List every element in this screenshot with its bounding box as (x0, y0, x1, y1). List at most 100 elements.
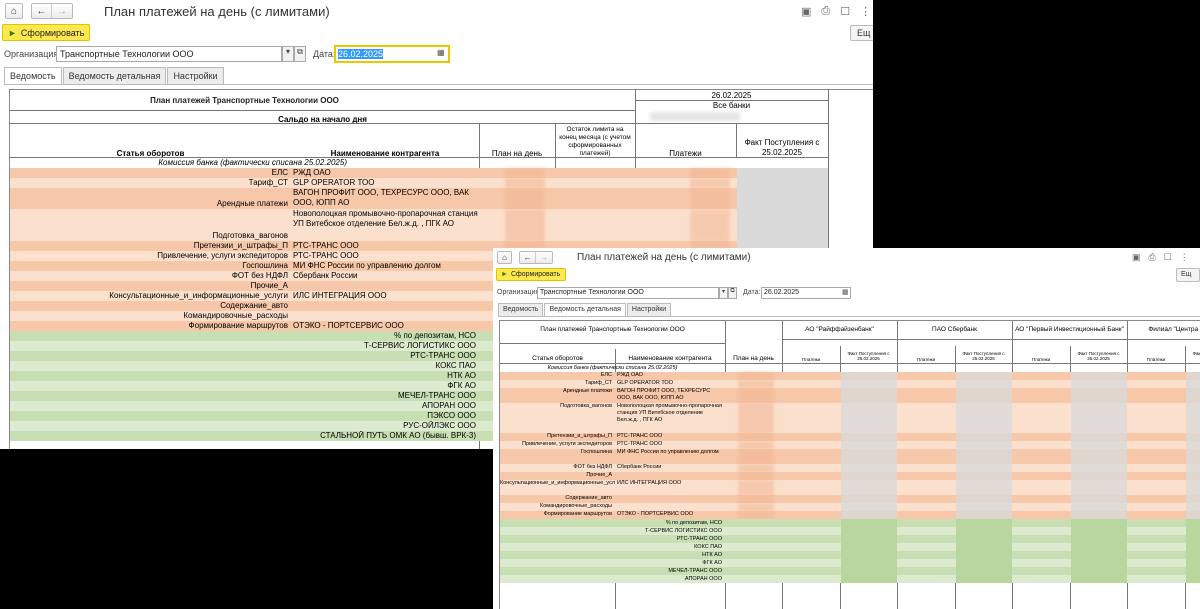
table-row[interactable]: Подготовка_вагонов Новополоцкая промывочн… (500, 403, 1200, 433)
row-plan-value (738, 503, 774, 511)
org-field[interactable]: Транспортные Технологии ООО (56, 46, 282, 62)
generate-button[interactable]: ► Сформировать (496, 268, 566, 281)
row-counterparty: РУС-ОЙЛЭКС ООО (403, 421, 476, 430)
date-label: Дата: (313, 49, 336, 59)
table-row[interactable]: Госпошлина МИ ФНС России по управлению до… (500, 449, 1200, 464)
row-counterparty: РТС-ТРАНС ООО (293, 251, 359, 260)
table-row[interactable]: НТК АО (500, 551, 1200, 559)
table-row[interactable]: Арендные платежи ВАГОН ПРОФИТ ООО, ТЕХРЕС… (500, 388, 1200, 403)
bank-header: Филиал "Центра ВТБ (П (1148, 326, 1200, 333)
row-article: Арендные платежи (216, 199, 288, 208)
org-field[interactable]: Транспортные Технологии ООО (537, 287, 719, 299)
home-icon: ⌂ (502, 253, 507, 262)
calendar-icon[interactable]: ▦ (842, 288, 849, 296)
row-article: Командировочные_расходы (183, 311, 288, 320)
window-actions: ▣ ⎙ ☐ ⋮ (801, 5, 871, 18)
table-row[interactable]: ФОТ без НДФЛ Сбербанк России (500, 464, 1200, 472)
forward-button[interactable]: → (536, 252, 552, 263)
arrow-right-icon: → (57, 5, 67, 17)
table-row[interactable]: ЕЛС РЖД ОАО (500, 372, 1200, 380)
org-dropdown-button[interactable]: ▾ (719, 287, 728, 299)
row-fact-value (737, 178, 828, 188)
row-fact-value (737, 209, 828, 241)
tab-settings[interactable]: Настройки (167, 67, 224, 84)
row-fact-value (841, 535, 897, 543)
table-row[interactable]: Консультационные_и_информационные_услуги… (500, 480, 1200, 495)
row-fact-value (1071, 503, 1127, 511)
tab-settings[interactable]: Настройки (626, 303, 672, 316)
tab-statement-detailed[interactable]: Ведомость детальная (544, 303, 626, 316)
row-fact-value (1071, 464, 1127, 472)
table-row[interactable]: Содержание_авто (500, 495, 1200, 503)
maximize-icon[interactable]: ☐ (840, 5, 850, 18)
org-open-button[interactable]: ⧉ (728, 287, 737, 299)
print-icon[interactable]: ⎙ (1149, 252, 1156, 263)
back-button[interactable]: ← (520, 252, 536, 263)
table-row[interactable]: КОКС ПАО (500, 543, 1200, 551)
report-grid-detailed[interactable]: План платежей Транспортные Технологии ОО… (499, 320, 1200, 609)
print-icon[interactable]: ⎙ (821, 5, 830, 18)
back-button[interactable]: ← (32, 4, 52, 18)
table-row[interactable]: Прочие_А (500, 472, 1200, 480)
row-fact-value (1186, 519, 1200, 527)
play-icon: ► (8, 27, 17, 38)
report-date-header: 26.02.2025 (711, 91, 752, 100)
date-field[interactable]: 26.02.2025 (761, 287, 851, 299)
save-icon[interactable]: ▣ (801, 5, 811, 18)
more-button[interactable]: Ещ (850, 25, 873, 41)
table-row[interactable]: МЕЧЕЛ-ТРАНС ООО (500, 567, 1200, 575)
org-open-button[interactable]: ⧉ (294, 46, 306, 62)
row-counterparty: GLP OPERATOR ТОО (617, 380, 673, 386)
row-counterparty: НТК АО (702, 552, 722, 558)
window-titlebar: ⌂ ← → План платежей на день (с лимитами)… (0, 0, 873, 22)
table-row[interactable]: ФГК АО (500, 559, 1200, 567)
row-counterparty: МИ ФНС России по управлению долгом (293, 261, 441, 270)
row-plan-value (505, 168, 545, 178)
calendar-icon[interactable]: ▦ (437, 48, 445, 57)
row-fact-value (841, 441, 897, 449)
row-counterparty (291, 311, 479, 321)
play-icon: ► (501, 271, 508, 278)
org-dropdown-button[interactable]: ▾ (282, 46, 294, 62)
row-fact-value (1186, 527, 1200, 535)
row-counterparty: КОКС ПАО (694, 544, 722, 550)
more-icon[interactable]: ⋮ (860, 5, 871, 18)
row-plan-value (738, 480, 774, 495)
tab-statement-detailed[interactable]: Ведомость детальная (62, 67, 167, 84)
table-row[interactable]: % по депозитам, НСО (500, 519, 1200, 527)
generate-button[interactable]: ► Сформировать (2, 24, 90, 41)
row-fact-value (1071, 543, 1127, 551)
row-fact-value (956, 441, 1012, 449)
table-row[interactable]: ЕЛС РЖД ОАО (10, 168, 828, 178)
row-fact-value (841, 472, 897, 480)
row-counterparty: ОТЭКО - ПОРТСЕРВИС ООО (293, 321, 404, 330)
tab-statement[interactable]: Ведомость (498, 303, 544, 316)
row-fact-value (1071, 472, 1127, 480)
table-row[interactable]: Т-СЕРВИС ЛОГИСТИКС ООО (500, 527, 1200, 535)
table-row[interactable]: Командировочные_расходы (500, 503, 1200, 511)
table-row[interactable]: Претензии_и_штрафы_П РТС-ТРАНС ООО (500, 433, 1200, 441)
forward-button[interactable]: → (52, 4, 72, 18)
save-icon[interactable]: ▣ (1132, 252, 1141, 263)
table-row[interactable]: Подготовка_вагонов Новополоцкая промывочн… (10, 209, 828, 241)
home-button[interactable]: ⌂ (497, 251, 512, 264)
grid-hline (10, 110, 635, 111)
more-icon[interactable]: ⋮ (1180, 252, 1189, 263)
table-row[interactable]: Тариф_СТ GLP OPERATOR ТОО (10, 178, 828, 188)
table-row[interactable]: Привлечение, услуги экспедиторов РТС-ТРАН… (500, 441, 1200, 449)
row-article: Прочие_А (586, 472, 612, 478)
more-button[interactable]: Ещ (1176, 268, 1200, 282)
row-fact-value (841, 575, 897, 583)
report-window-detailed: ⌂ ← → План платежей на день (с лимитами)… (493, 248, 1200, 609)
window-actions: ▣ ⎙ ☐ ⋮ (1132, 252, 1189, 263)
tab-statement[interactable]: Ведомость (4, 67, 62, 84)
home-button[interactable]: ⌂ (5, 3, 23, 19)
table-row[interactable]: РТС-ТРАНС ООО (500, 535, 1200, 543)
date-field[interactable]: 26.02.2025 (334, 45, 450, 63)
table-row[interactable]: Формирование маршрутов ОТЭКО - ПОРТСЕРВИС… (500, 511, 1200, 519)
maximize-icon[interactable]: ☐ (1164, 252, 1172, 263)
table-row[interactable]: Арендные платежи ВАГОН ПРОФИТ ООО, ТЕХРЕС… (10, 188, 828, 209)
table-row[interactable]: АПОРАН ООО (500, 575, 1200, 583)
table-row[interactable]: Тариф_СТ GLP OPERATOR ТОО (500, 380, 1200, 388)
row-article: ФОТ без НДФЛ (231, 271, 288, 280)
